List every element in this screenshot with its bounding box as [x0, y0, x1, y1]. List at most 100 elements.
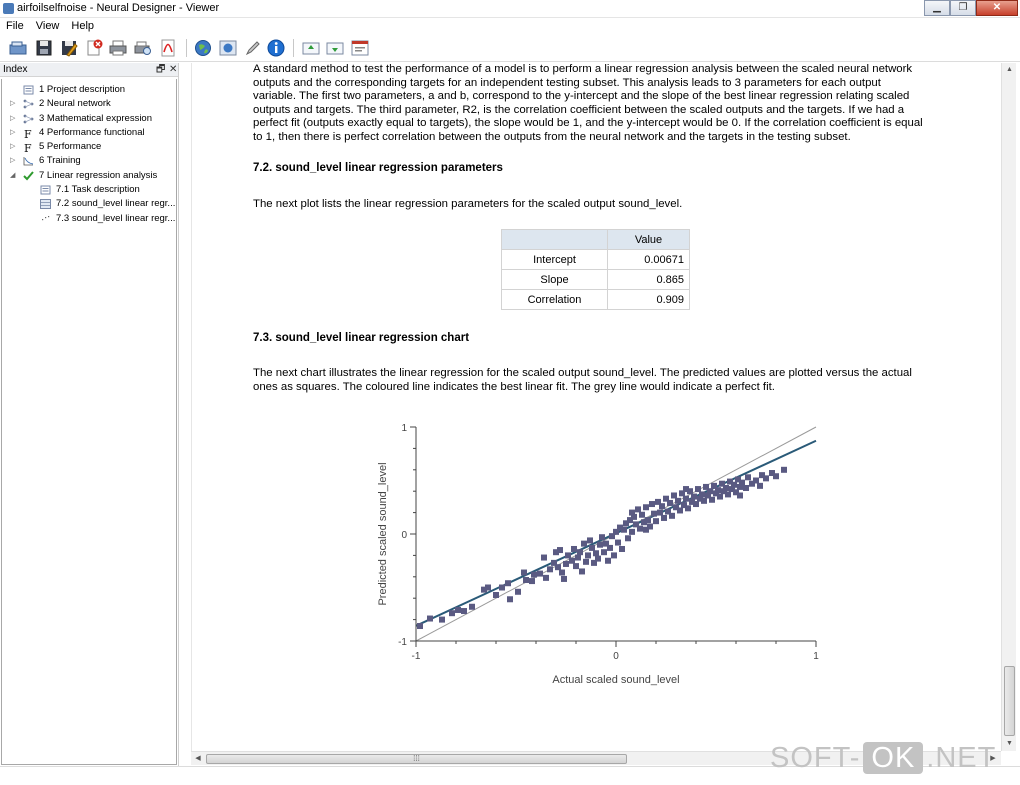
open-icon[interactable] — [8, 38, 28, 58]
scroll-left-arrow[interactable]: ◀ — [191, 752, 205, 766]
data-point — [593, 550, 599, 557]
data-point — [701, 497, 707, 504]
data-point — [573, 563, 579, 570]
svg-text:F: F — [24, 128, 32, 139]
move-down-icon[interactable] — [325, 38, 345, 58]
expanded-arrow-icon[interactable]: ◢ — [10, 169, 15, 183]
data-point — [507, 596, 513, 603]
data-point — [773, 473, 779, 480]
data-point — [583, 558, 589, 565]
close-panel-button[interactable]: ✕ — [169, 63, 177, 76]
index-item[interactable]: ▷ 6 Training — [2, 154, 176, 168]
table-cell-value: 0.865 — [607, 269, 690, 290]
svg-text:F: F — [24, 142, 32, 153]
data-point — [763, 475, 769, 482]
print-icon[interactable] — [108, 38, 128, 58]
index-item[interactable]: ▷ F 5 Performance — [2, 140, 176, 155]
table-cell-label: Slope — [501, 269, 608, 290]
menu-help[interactable]: Help — [65, 18, 100, 35]
index-item[interactable]: ▷ 3 Mathematical expression — [2, 112, 176, 126]
data-point — [565, 552, 571, 559]
vertical-scrollbar[interactable]: ▲ ▼ — [1001, 63, 1016, 751]
data-point — [781, 466, 787, 473]
index-item[interactable]: 1 Project description — [2, 83, 176, 97]
data-point — [723, 484, 729, 491]
index-item-label: 2 Neural network — [39, 98, 111, 110]
section-chart-heading: 7.3. sound_level linear regression chart — [253, 332, 470, 344]
menu-file[interactable]: File — [0, 18, 30, 35]
expand-arrow-icon[interactable]: ▷ — [10, 97, 15, 111]
menu-view[interactable]: View — [30, 18, 66, 35]
data-point — [637, 525, 643, 532]
table-row: Correlation 0.909 — [501, 289, 690, 310]
index-item[interactable]: ▷ F 4 Performance functional — [2, 126, 176, 141]
table-header-cell: Value — [607, 229, 690, 250]
close-file-icon[interactable] — [84, 38, 104, 58]
expand-arrow-icon[interactable]: ▷ — [10, 112, 15, 126]
document-icon — [40, 185, 51, 195]
data-point — [563, 560, 569, 567]
regression-parameters-table: Value Intercept 0.00671 Slope 0.865 Corr… — [501, 229, 690, 310]
print-preview-icon[interactable] — [133, 38, 153, 58]
maximize-button[interactable]: ❐ — [950, 0, 976, 16]
viewer-icon[interactable] — [350, 38, 370, 58]
edit-icon[interactable] — [243, 38, 263, 58]
index-item[interactable]: ▷ 2 Neural network — [2, 97, 176, 111]
data-point — [579, 568, 585, 575]
table-header-cell — [501, 229, 608, 250]
export-pdf-icon[interactable] — [158, 38, 178, 58]
network-icon — [23, 114, 34, 124]
chart-icon — [40, 214, 51, 224]
index-header: Index 🗗 ✕ — [0, 63, 178, 77]
data-point — [581, 540, 587, 547]
scroll-down-arrow[interactable]: ▼ — [1002, 737, 1017, 751]
data-point — [575, 554, 581, 561]
index-item[interactable]: 7.2 sound_level linear regr... — [2, 197, 176, 211]
data-point — [739, 479, 745, 486]
data-point — [461, 608, 467, 615]
index-tree: 1 Project description ▷ 2 Neural network ▷ 3… — [1, 79, 177, 765]
expand-arrow-icon[interactable]: ▷ — [10, 126, 15, 140]
save-as-icon[interactable] — [59, 38, 79, 58]
x-tick-label: 1 — [813, 651, 819, 662]
index-item[interactable]: ◢ 7 Linear regression analysis — [2, 169, 176, 183]
horizontal-scroll-thumb[interactable]: ⁞⁞⁞ — [206, 754, 627, 764]
data-point — [675, 497, 681, 504]
data-point — [693, 501, 699, 508]
data-point — [683, 486, 689, 493]
data-point — [493, 591, 499, 598]
data-point — [677, 507, 683, 514]
index-item[interactable]: 7.1 Task description — [2, 183, 176, 197]
intro-line: variable. The first two parameters, a an… — [253, 90, 910, 103]
minimize-button[interactable]: ▁ — [924, 0, 950, 16]
scroll-up-arrow[interactable]: ▲ — [1002, 63, 1017, 77]
section-params-heading: 7.2. sound_level linear regression param… — [253, 162, 503, 174]
save-icon[interactable] — [34, 38, 54, 58]
data-point — [577, 549, 583, 556]
data-point — [615, 539, 621, 546]
window-title: airfoilselfnoise - Neural Designer - Vie… — [17, 2, 220, 14]
close-button[interactable]: ✕ — [976, 0, 1018, 16]
index-item-label: 7.1 Task description — [56, 184, 140, 196]
data-point — [635, 506, 641, 513]
move-up-icon[interactable] — [301, 38, 321, 58]
index-item[interactable]: 7.3 sound_level linear regr... — [2, 212, 176, 226]
data-point — [629, 528, 635, 535]
data-point — [649, 501, 655, 508]
globe-icon[interactable] — [218, 38, 238, 58]
table-row: Intercept 0.00671 — [501, 249, 690, 270]
table-cell-value: 0.909 — [607, 289, 690, 310]
intro-line: outputs and the corresponding targets fo… — [253, 76, 881, 89]
float-panel-button[interactable]: 🗗 — [156, 63, 165, 76]
web-icon[interactable] — [193, 38, 213, 58]
info-icon[interactable] — [266, 38, 286, 58]
vertical-scroll-thumb[interactable] — [1004, 666, 1015, 736]
data-point — [597, 541, 603, 548]
data-point — [559, 569, 565, 576]
training-icon — [23, 156, 34, 166]
expand-arrow-icon[interactable]: ▷ — [10, 154, 15, 168]
data-point — [699, 491, 705, 498]
data-point — [625, 535, 631, 542]
expand-arrow-icon[interactable]: ▷ — [10, 140, 15, 154]
table-cell-label: Intercept — [501, 249, 608, 270]
